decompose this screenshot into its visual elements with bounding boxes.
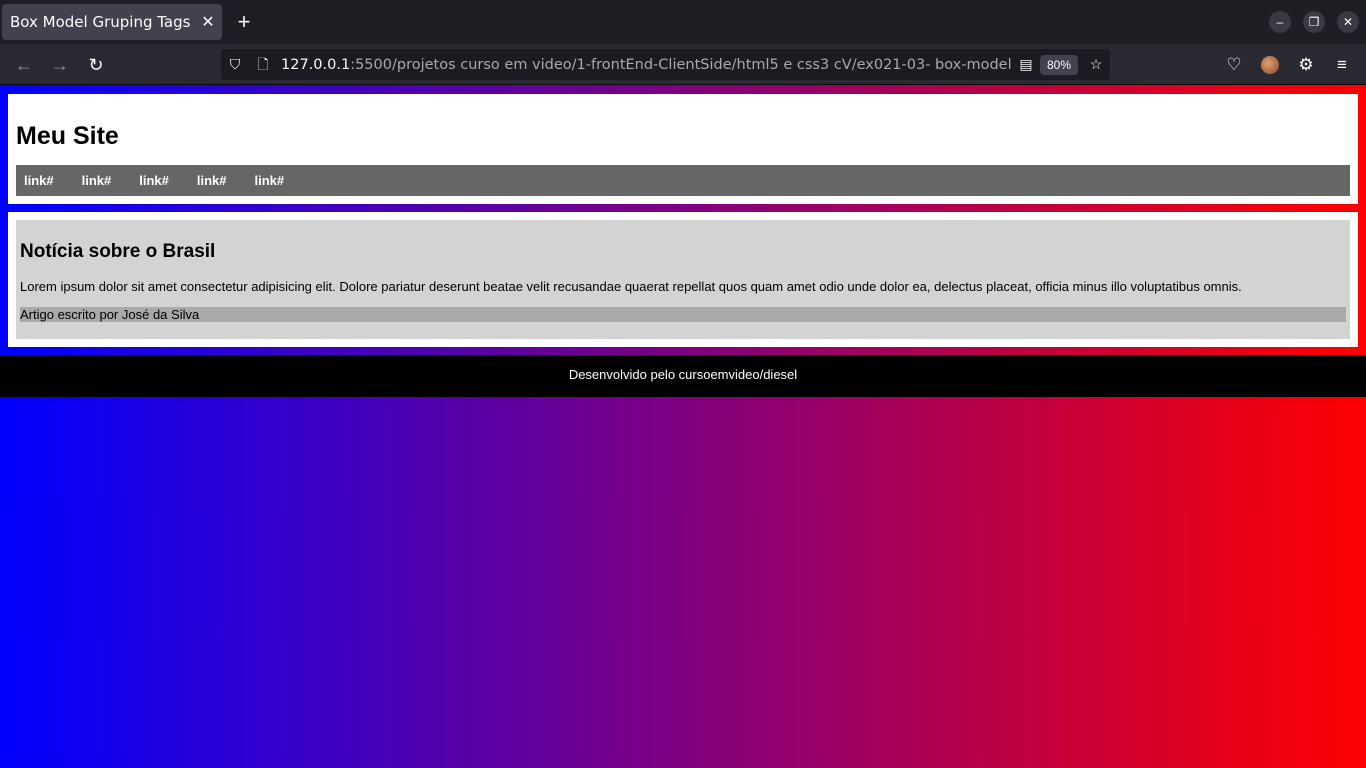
article-text: Lorem ipsum dolor sit amet consectetur a… bbox=[20, 279, 1242, 294]
site-footer: Desenvolvido pelo cursoemvideo/diesel bbox=[0, 355, 1366, 397]
avatar bbox=[1261, 56, 1279, 74]
tab-title: Box Model Gruping Tags bbox=[10, 13, 191, 31]
extensions-gear-icon[interactable]: ⚙ bbox=[1293, 52, 1319, 78]
url-bar[interactable]: ⛉ 🗋 127.0.0.1:5500/projetos curso em vid… bbox=[221, 49, 1110, 80]
nav-link-1[interactable]: link# bbox=[24, 173, 54, 188]
site-title: Meu Site bbox=[16, 122, 119, 150]
close-window-icon[interactable]: ✕ bbox=[1337, 11, 1359, 33]
close-tab-icon[interactable]: ✕ bbox=[194, 12, 222, 32]
reload-icon[interactable]: ↻ bbox=[83, 52, 109, 78]
minimize-icon[interactable]: – bbox=[1269, 11, 1291, 33]
back-icon[interactable]: ← bbox=[11, 52, 37, 78]
nav-link-4[interactable]: link# bbox=[197, 173, 227, 188]
url-host: 127.0.0.1 bbox=[281, 56, 351, 73]
menu-icon[interactable]: ≡ bbox=[1329, 52, 1355, 78]
site-header: Meu Site link# link# link# link# link# bbox=[8, 94, 1358, 204]
restore-icon[interactable]: ❐ bbox=[1303, 11, 1325, 33]
shield-icon[interactable]: ⛉ bbox=[221, 49, 249, 80]
page-icon[interactable]: 🗋 bbox=[249, 49, 277, 80]
site-nav: link# link# link# link# link# bbox=[16, 165, 1350, 196]
new-tab-button[interactable]: + bbox=[230, 8, 258, 36]
article-title: Notícia sobre o Brasil bbox=[20, 241, 216, 262]
article-footer: Artigo escrito por José da Silva bbox=[20, 307, 1346, 322]
forward-icon[interactable]: → bbox=[47, 52, 73, 78]
active-tab[interactable]: Box Model Gruping Tags ✕ bbox=[2, 4, 222, 40]
url-text[interactable]: 127.0.0.1:5500/projetos curso em video/1… bbox=[281, 57, 1012, 73]
nav-link-5[interactable]: link# bbox=[255, 173, 285, 188]
article: Notícia sobre o Brasil Lorem ipsum dolor… bbox=[16, 220, 1350, 339]
reader-view-icon[interactable]: ▤ bbox=[1012, 49, 1040, 80]
nav-link-3[interactable]: link# bbox=[139, 173, 169, 188]
tab-strip: Box Model Gruping Tags ✕ + – ❐ ✕ bbox=[0, 0, 1366, 44]
pocket-icon[interactable]: ♡ bbox=[1221, 52, 1247, 78]
bookmark-star-icon[interactable]: ☆ bbox=[1082, 49, 1110, 80]
main-content: Notícia sobre o Brasil Lorem ipsum dolor… bbox=[8, 212, 1358, 347]
profile-avatar-icon[interactable] bbox=[1257, 52, 1283, 78]
url-path: :5500/projetos curso em video/1-frontEnd… bbox=[350, 56, 1012, 73]
nav-link-2[interactable]: link# bbox=[82, 173, 112, 188]
zoom-badge[interactable]: 80% bbox=[1039, 54, 1078, 75]
page-viewport: Meu Site link# link# link# link# link# N… bbox=[0, 85, 1366, 768]
nav-bar: ← → ↻ ⛉ 🗋 127.0.0.1:5500/projetos curso … bbox=[0, 44, 1366, 85]
